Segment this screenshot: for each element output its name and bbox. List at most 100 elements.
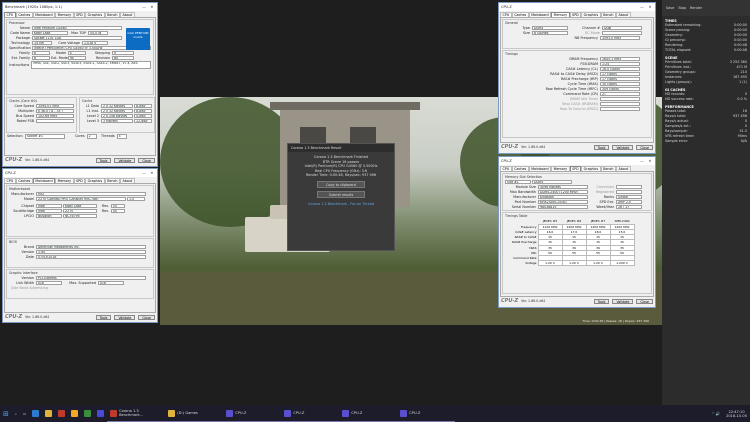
window-icon [168, 409, 176, 417]
validate-button[interactable]: Validate [612, 298, 634, 304]
taskbar-item-label: CPU-Z [409, 411, 421, 415]
spd-row: Part Number KHX2400C15/4G SPD Ext. XMP 2.0 [505, 199, 649, 204]
taskbar-item-label: Corona 1.3 Benchmark... [119, 409, 143, 417]
taskbar-item[interactable]: (D:) Games [165, 405, 224, 422]
tools-button[interactable]: Tools [593, 144, 610, 150]
cpuz-logo: CPU-Z [5, 313, 23, 320]
title-bar[interactable]: CPU-Z — ✕ [499, 157, 655, 165]
result-line: Render Time: 0:00:48, Rays/sec: 937 496 [305, 173, 377, 178]
app-icon[interactable] [68, 405, 81, 422]
timing-row: Row To Column (tRCD) [505, 106, 649, 111]
taskbar-item[interactable]: CPU-Z [281, 405, 340, 422]
app-icon[interactable] [42, 405, 55, 422]
minimize-icon[interactable]: — [639, 5, 645, 9]
taskbar-item-label: CPU-Z [293, 411, 305, 415]
timings-cell: 1.20 V [561, 259, 587, 266]
task-view-icon[interactable]: ▭ [20, 405, 29, 422]
cpuz-logo: CPU-Z [5, 156, 23, 163]
tray-icons[interactable]: ⌃ 🔊 [708, 405, 723, 422]
title-bar[interactable]: CPU-Z — ✕ [3, 169, 157, 177]
timing-row: FSB:DRAM 1:24 [505, 61, 649, 66]
taskbar-item[interactable]: CPU-Z [339, 405, 398, 422]
timings-table: JEDEC #5 JEDEC #6 JEDEC #7 XMP-2400 Frequenc… [506, 219, 635, 266]
window-icon [226, 409, 234, 417]
tools-button[interactable]: Tools [95, 157, 112, 163]
cpuz-logo: CPU-Z [501, 143, 519, 150]
window-title: CPU-Z [501, 158, 512, 163]
instructions-value: MMX, SSE, SSE2, SSE3, SSSE3, SSE4.1, SSE… [31, 60, 151, 69]
app-icon[interactable] [94, 405, 107, 422]
window-icon [400, 409, 408, 417]
taskbar: ⊞ ⌕ ▭ Corona 1.3 Benchmark... (D:) Games C… [0, 405, 750, 422]
slot-select[interactable]: Slot #1 [505, 179, 531, 184]
timings-cell: 1.20 V [537, 259, 563, 266]
close-icon[interactable]: ✕ [647, 159, 653, 163]
close-icon[interactable]: ✕ [149, 5, 155, 9]
corona-stats-panel: Save Stop Render TIMES Estimated remainin… [662, 0, 750, 405]
copy-to-clipboard-button[interactable]: Copy to clipboard [317, 180, 365, 188]
core-speed-value: 3594.01 MHz [36, 103, 74, 108]
app-icon[interactable] [55, 405, 68, 422]
timing-row: RAS# to CAS# Delay (tRCD) 17 clocks [505, 71, 649, 76]
close-button[interactable]: Close [138, 314, 155, 320]
taskbar-item-label: CPU-Z [235, 411, 247, 415]
cpuz-window-memory[interactable]: CPU-Z — ✕ CPU Caches Mainboard Memory SPD Grap… [498, 2, 656, 154]
timing-row: Cycle Time (tRAS) 30 clocks [505, 81, 649, 86]
stat-row: Lights (groups): 1 (1) [665, 80, 747, 84]
start-button[interactable]: ⊞ [0, 405, 12, 422]
cpuz-window-spd[interactable]: CPU-Z — ✕ CPU Caches Mainboard Memory SPD Grap… [498, 156, 656, 308]
stat-row: TOTAL elapsed: 0:00:48 [665, 48, 747, 52]
timing-row: CAS# Latency (CL) 16.0 clocks [505, 66, 649, 71]
socket-select[interactable]: Socket #1 [24, 134, 65, 139]
timings-cell: 1.20 V [585, 259, 611, 266]
window-icon [110, 409, 118, 417]
title-bar[interactable]: Benchmark (1920x 1080px, 1:1) — ✕ [3, 3, 157, 11]
taskbar-item-label: (D:) Games [177, 411, 198, 415]
cpuz-window-cpu[interactable]: Benchmark (1920x 1080px, 1:1) — ✕ CPU Cach… [2, 2, 158, 167]
close-button[interactable]: Close [138, 157, 155, 163]
taskbar-item[interactable]: CPU-Z [223, 405, 282, 422]
minimize-icon[interactable]: — [141, 5, 147, 9]
validate-button[interactable]: Validate [114, 314, 136, 320]
window-title: Benchmark (1920x 1080px, 1:1) [5, 4, 62, 9]
tools-button[interactable]: Tools [593, 298, 610, 304]
timing-row: Command Rate (CR) 2T [505, 91, 649, 96]
tools-button[interactable]: Tools [95, 314, 112, 320]
stat-row: HD success rate: 0.0 % [665, 97, 747, 101]
submit-results-button[interactable]: Submit results [317, 190, 365, 198]
close-button[interactable]: Close [636, 298, 653, 304]
search-icon[interactable]: ⌕ [12, 405, 20, 422]
window-icon [342, 409, 350, 417]
cpuz-window-mainboard[interactable]: CPU-Z — ✕ CPU Caches Mainboard Memory SPD Grap… [2, 168, 158, 323]
spd-row: Manufacturer Kingston Ranks Single [505, 194, 649, 199]
render-info: Time: 0:00:48 | Passes: 16 | Rays/s: 937… [582, 319, 649, 323]
title-bar[interactable]: CPU-Z — ✕ [499, 3, 655, 11]
app-icon[interactable] [81, 405, 94, 422]
minimize-icon[interactable]: — [141, 171, 147, 175]
render-button[interactable]: Render [690, 6, 702, 10]
validate-button[interactable]: Validate [114, 157, 136, 163]
stop-button[interactable]: Stop [678, 6, 686, 10]
save-button[interactable]: Save [666, 6, 674, 10]
spd-row: Module Size 4096 MBytes Correction [505, 184, 649, 189]
app-icon[interactable] [29, 405, 42, 422]
timing-row: DRAM Idle Timer [505, 96, 649, 101]
clock-date[interactable]: 2018-10-05 [726, 414, 747, 418]
benchmark-result-dialog[interactable]: Corona 1.3 Benchmark Result Corona 1.3 B… [287, 143, 395, 251]
close-icon[interactable]: ✕ [149, 171, 155, 175]
timing-row: DRAM Frequency 1645.1 MHz [505, 56, 649, 61]
taskbar-item[interactable]: CPU-Z [397, 405, 456, 422]
forum-thread-link[interactable]: Corona 1.3 Benchmark - Forum Thread [288, 202, 394, 206]
windows-icon: ⊞ [3, 409, 9, 418]
window-title: CPU-Z [5, 170, 16, 175]
cpuz-logo: CPU-Z [501, 297, 519, 304]
minimize-icon[interactable]: — [639, 159, 645, 163]
validate-button[interactable]: Validate [612, 144, 634, 150]
window-icon [284, 409, 292, 417]
close-button[interactable]: Close [636, 144, 653, 150]
close-icon[interactable]: ✕ [647, 5, 653, 9]
taskbar-item[interactable]: Corona 1.3 Benchmark... [107, 405, 166, 422]
cpu-name-value: Intel Pentium G4560 [32, 25, 122, 30]
taskbar-item-label: CPU-Z [351, 411, 363, 415]
timings-row-label: Voltage [506, 260, 538, 266]
